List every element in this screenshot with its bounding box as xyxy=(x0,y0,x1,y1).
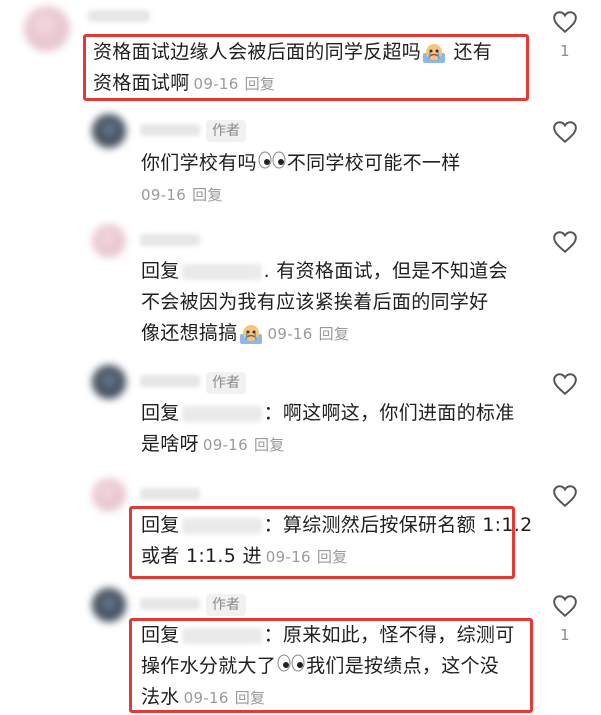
reply-link[interactable]: 回复 xyxy=(235,689,266,707)
mentioned-username[interactable] xyxy=(181,517,262,534)
comment-text: 你们学校有吗 不同学校可能不一样 09-16 回复 xyxy=(141,148,541,211)
comment-text: 回复 ：啊这啊这，你们进面的标准 是啥呀 09-16 回复 xyxy=(141,402,515,455)
eyes-emoji-icon xyxy=(258,148,286,179)
comment-meta: 09-16 回复 xyxy=(141,186,223,204)
username[interactable] xyxy=(140,234,200,246)
comment-meta: 09-16 回复 xyxy=(267,325,350,343)
author-badge: 作者 xyxy=(206,372,246,394)
heart-outline-icon[interactable] xyxy=(552,230,578,254)
username[interactable] xyxy=(140,124,200,136)
mentioned-username[interactable] xyxy=(181,627,262,644)
heart-outline-icon[interactable] xyxy=(552,484,578,508)
reply-link[interactable]: 回复 xyxy=(319,325,350,343)
reply-link[interactable]: 回复 xyxy=(254,436,285,454)
comment-text: 回复 ：原来如此，怪不得，综测可 操作水分就大了 我们是按绩点，这个没 法水 09-1… xyxy=(141,624,515,708)
comment-meta: 09-16 回复 xyxy=(202,436,285,454)
eyes-emoji-icon xyxy=(277,651,305,682)
comment-meta: 09-16 回复 xyxy=(265,548,348,566)
author-badge: 作者 xyxy=(206,594,246,616)
crying-emoji-icon xyxy=(421,42,447,64)
avatar[interactable] xyxy=(92,224,126,258)
crying-emoji-icon xyxy=(238,323,264,345)
reply-link[interactable]: 回复 xyxy=(192,186,223,204)
author-badge: 作者 xyxy=(206,120,246,142)
comment-text: 回复. 有资格面试，但是不知道会 不会被因为我有应该紧挨着后面的同学好 像还想搞… xyxy=(141,260,508,345)
mentioned-username[interactable] xyxy=(181,405,262,422)
like-count: 1 xyxy=(560,626,570,644)
avatar[interactable] xyxy=(92,114,126,148)
avatar[interactable] xyxy=(92,588,126,622)
avatar[interactable] xyxy=(24,6,70,52)
mentioned-username[interactable] xyxy=(181,263,262,280)
username[interactable] xyxy=(140,488,200,500)
heart-outline-icon[interactable] xyxy=(552,372,578,396)
avatar[interactable] xyxy=(92,478,126,512)
comment-meta: 09-16 回复 xyxy=(183,689,266,707)
reply-link[interactable]: 回复 xyxy=(245,75,276,93)
comment-meta: 09-16 回复 xyxy=(193,75,276,93)
heart-outline-icon[interactable] xyxy=(552,120,578,144)
heart-outline-icon[interactable] xyxy=(552,10,578,34)
username[interactable] xyxy=(88,10,150,22)
avatar[interactable] xyxy=(92,365,126,399)
comment-text: 资格面试边缘人会被后面的同学反超吗 还有 资格面试啊 09-16 回复 xyxy=(93,41,493,94)
reply-link[interactable]: 回复 xyxy=(317,548,348,566)
username[interactable] xyxy=(140,375,200,387)
comment-text: 回复 ：算综测然后按保研名额 1:1.2 或者 1:1.5 进 09-16 回复 xyxy=(141,514,533,567)
heart-outline-icon[interactable] xyxy=(552,594,578,618)
like-count: 1 xyxy=(560,42,570,60)
username[interactable] xyxy=(140,598,200,610)
